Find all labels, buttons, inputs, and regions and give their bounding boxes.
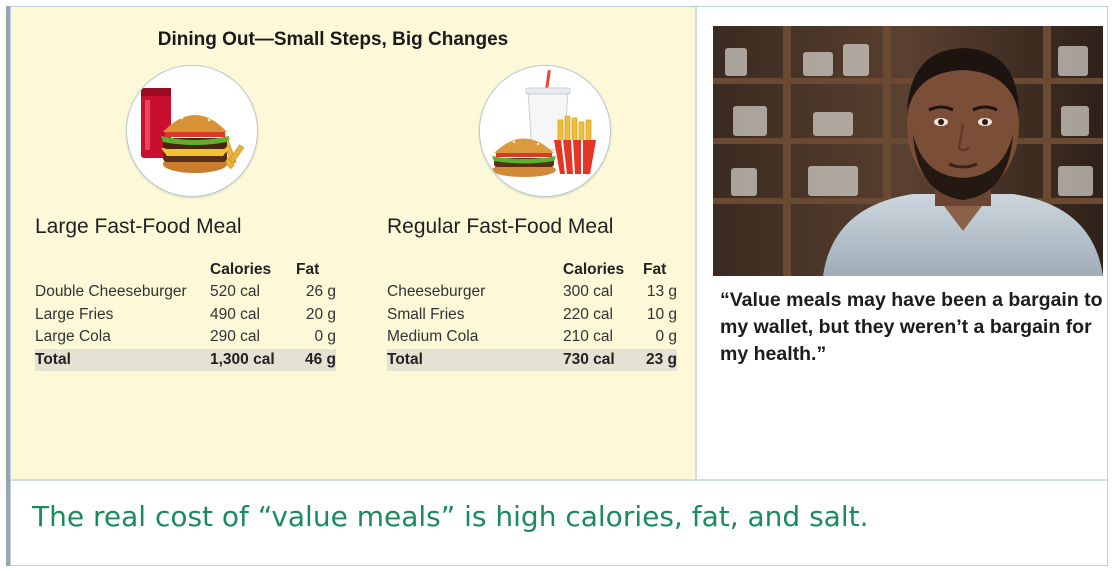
large-meal-heading: Large Fast-Food Meal [35, 215, 242, 238]
table-row: Large Cola 290 cal 0 g [35, 326, 336, 349]
item-fat: 10 g [646, 305, 677, 323]
table-row: Double Cheeseburger 520 cal 26 g [35, 281, 336, 304]
item-calories: 490 cal [210, 305, 260, 323]
item-fat: 26 g [305, 283, 336, 301]
total-fat: 46 g [296, 348, 336, 371]
calories-header: Calories [563, 261, 625, 278]
panel-title: Dining Out—Small Steps, Big Changes [157, 29, 509, 50]
total-fat: 23 g [643, 348, 677, 371]
total-label: Total [35, 348, 210, 371]
table-header-row: Calories Fat [35, 259, 336, 281]
item-name: Large Cola [35, 328, 111, 346]
large-meal-section: Large Fast-Food Meal Calories Fat Double… [35, 215, 336, 371]
vertical-divider [695, 7, 697, 479]
item-name: Double Cheeseburger [35, 283, 187, 301]
horizontal-divider [11, 479, 1107, 481]
regular-meal-table: Calories Fat Cheeseburger 300 cal 13 g S… [387, 259, 677, 371]
item-fat: 20 g [305, 305, 336, 323]
table-row: Cheeseburger 300 cal 13 g [387, 281, 677, 304]
item-calories: 220 cal [563, 305, 613, 323]
total-row: Total 730 cal 23 g [387, 348, 677, 371]
item-calories: 300 cal [563, 283, 613, 301]
table-row: Medium Cola 210 cal 0 g [387, 326, 677, 349]
item-calories: 210 cal [563, 328, 613, 346]
item-name: Medium Cola [387, 328, 479, 346]
total-calories: 1,300 cal [210, 348, 296, 371]
item-name: Cheeseburger [387, 283, 486, 301]
table-row: Small Fries 220 cal 10 g [387, 304, 677, 327]
regular-meal-section: Regular Fast-Food Meal Calories Fat Chee… [387, 215, 677, 371]
item-name: Small Fries [387, 305, 465, 323]
regular-meal-heading: Regular Fast-Food Meal [387, 215, 614, 238]
item-calories: 290 cal [210, 328, 260, 346]
large-meal-table: Calories Fat Double Cheeseburger 520 cal… [35, 259, 336, 371]
bottom-caption: The real cost of “value meals” is high c… [32, 500, 869, 533]
large-meal-image [126, 65, 258, 197]
item-name: Large Fries [35, 305, 114, 323]
item-fat: 0 g [655, 328, 677, 346]
item-fat: 13 g [646, 283, 677, 301]
total-label: Total [387, 348, 563, 371]
fat-header: Fat [643, 261, 667, 278]
item-calories: 520 cal [210, 283, 260, 301]
table-row: Large Fries 490 cal 20 g [35, 304, 336, 327]
item-fat: 0 g [314, 328, 336, 346]
portrait-photo [713, 26, 1103, 276]
calories-header: Calories [210, 261, 272, 278]
total-calories: 730 cal [563, 348, 643, 371]
total-row: Total 1,300 cal 46 g [35, 348, 336, 371]
fat-header: Fat [296, 261, 320, 278]
regular-meal-image [479, 65, 611, 197]
quote-text: “Value meals may have been a bargain to … [720, 289, 1103, 365]
comparison-panel: Dining Out—Small Steps, Big Changes Larg… [11, 7, 695, 479]
table-header-row: Calories Fat [387, 259, 677, 281]
